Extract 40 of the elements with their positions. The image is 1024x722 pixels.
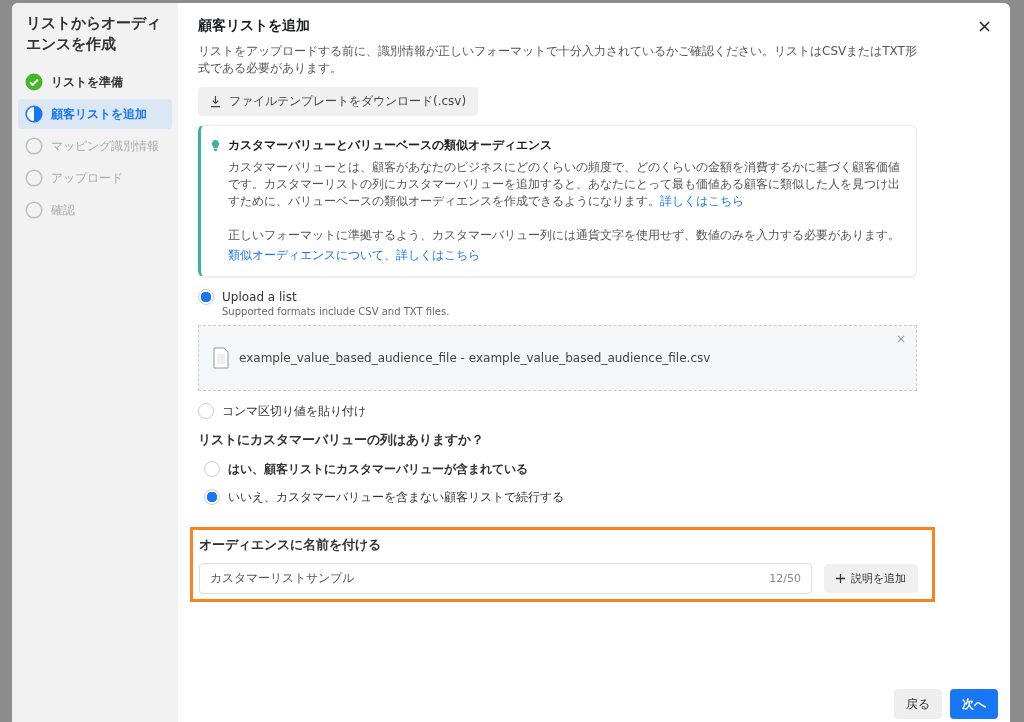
lightbulb-icon xyxy=(211,139,220,152)
lookalike-link[interactable]: 類似オーディエンスについて、詳しくはこちら xyxy=(228,247,480,264)
add-description-button[interactable]: 説明を追加 xyxy=(824,564,918,593)
option-label: はい、顧客リストにカスタマーバリューが含まれている xyxy=(228,461,528,477)
intro-text: リストをアップロードする前に、識別情報が正しいフォーマットで十分入力されているかご確認ください。リストはCSVまたはTXT形式である必要があります。 xyxy=(198,43,917,77)
radio-button[interactable] xyxy=(204,489,220,505)
empty-circle-icon xyxy=(25,201,43,219)
field-value: カスタマーリストサンプル xyxy=(210,570,354,587)
empty-circle-icon xyxy=(25,169,43,187)
document-icon xyxy=(213,347,229,369)
option-label: コンマ区切り値を貼り付け xyxy=(222,403,366,419)
plus-icon xyxy=(836,574,845,583)
close-icon[interactable] xyxy=(979,20,990,32)
info-title: カスタマーバリューとバリューベースの類似オーディエンス xyxy=(228,137,553,154)
option-label: いいえ、カスタマーバリューを含まない顧客リストで続行する xyxy=(228,489,564,505)
section-title: オーディエンスに名前を付ける xyxy=(199,536,382,554)
step-item[interactable]: リストを準備 xyxy=(18,67,172,97)
step-item[interactable]: 顧客リストを追加 xyxy=(18,99,172,129)
learn-more-link[interactable]: 詳しくはこちら xyxy=(660,194,744,208)
next-button[interactable]: 次へ xyxy=(950,689,998,719)
info-note: 正しいフォーマットに準拠するよう、カスタマーバリュー列には通貨文字を使用せず、数値のみを入力する必要があります。 xyxy=(228,227,901,244)
download-icon xyxy=(210,95,221,108)
dialog-title: 顧客リストを追加 xyxy=(198,17,310,35)
radio-button[interactable] xyxy=(204,461,220,477)
remove-file-button[interactable]: × xyxy=(895,332,906,346)
option-label: Upload a list xyxy=(222,289,298,305)
radio-button[interactable] xyxy=(198,289,214,305)
character-counter: 12/50 xyxy=(769,572,801,585)
check-circle-icon xyxy=(25,73,43,91)
option-hint: Supported formats include CSV and TXT files. xyxy=(222,306,450,317)
info-text: カスタマーバリューとは、顧客があなたのビジネスにどのくらいの頻度で、どのくらいの金額を消費するかに基づく顧客価値です。カスタマーリストの列にカスタマーバリューを追加すると、あなたにとって最も価値ある顧客に類似した人を見つけ出すために、バリューベースの類似オーディエンスを作成できるようになります。詳しくはこちら xyxy=(228,159,901,210)
radio-button[interactable] xyxy=(198,403,214,419)
file-name: example_value_based_audience_file - example_value_based_audience_file.csv xyxy=(239,351,711,365)
sidebar-title: リストからオーディエンスを作成 xyxy=(25,13,162,55)
half-circle-icon xyxy=(25,105,43,123)
question-title: リストにカスタマーバリューの列はありますか？ xyxy=(198,431,485,449)
back-button[interactable]: 戻る xyxy=(894,689,942,719)
download-template-button[interactable]: ファイルテンプレートをダウンロード(.csv) xyxy=(198,87,479,116)
audience-name-field[interactable]: カスタマーリストサンプル 12/50 xyxy=(199,563,812,594)
empty-circle-icon xyxy=(25,137,43,155)
